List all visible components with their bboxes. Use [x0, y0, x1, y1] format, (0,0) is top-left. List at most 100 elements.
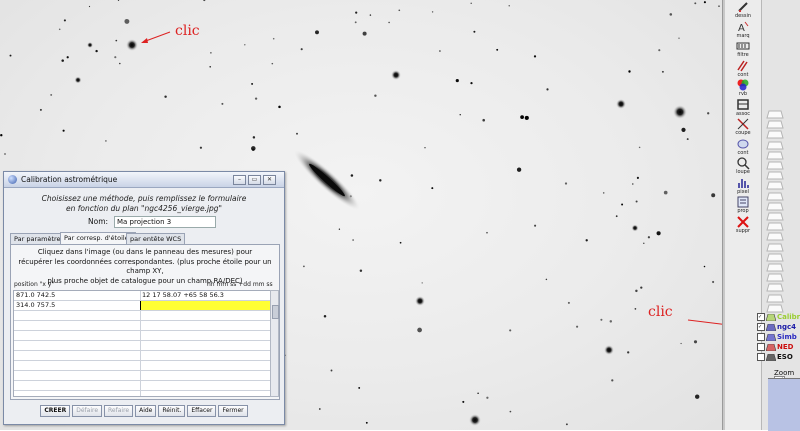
tool-dessin-button[interactable]: dessin	[727, 0, 759, 19]
layer-visibility-checkbox[interactable]: ✓	[757, 323, 765, 331]
empty-layer-slot[interactable]	[766, 161, 784, 170]
table-scrollbar[interactable]	[270, 290, 279, 397]
zoom-thumbnail[interactable]	[768, 378, 800, 431]
empty-layer-slot[interactable]	[766, 120, 784, 129]
xy-position-cell[interactable]	[14, 381, 141, 390]
instruction-line: Cliquez dans l'image (ou dans le panneau…	[37, 248, 253, 256]
empty-layer-slot[interactable]	[766, 192, 784, 201]
radec-cell[interactable]	[140, 331, 270, 340]
empty-layer-slot[interactable]	[766, 304, 784, 313]
rgb-circles-icon	[737, 79, 749, 91]
minimize-button[interactable]: –	[233, 175, 246, 185]
empty-layer-slot[interactable]	[766, 202, 784, 211]
empty-layer-slot[interactable]	[766, 151, 784, 160]
tool-coupe-button[interactable]: coupe	[727, 117, 759, 136]
star	[4, 153, 6, 155]
radec-cell[interactable]	[140, 361, 270, 370]
radec-cell[interactable]: 12 17 58.07 +65 58 56.3	[140, 291, 270, 300]
reset-button[interactable]: Réinit.	[158, 405, 186, 417]
star	[105, 140, 107, 142]
empty-layer-slot[interactable]	[766, 141, 784, 150]
radec-cell[interactable]	[140, 371, 270, 380]
redo-button[interactable]: Refaire	[104, 405, 134, 417]
empty-layer-slot[interactable]	[766, 232, 784, 241]
cut-icon	[737, 118, 749, 130]
radec-cell[interactable]	[140, 381, 270, 390]
projection-name-input[interactable]: Ma projection 3	[114, 216, 216, 228]
empty-layer-slot[interactable]	[766, 110, 784, 119]
tab-content-pane: Cliquez dans l'image (ou dans le panneau…	[10, 244, 280, 400]
tool-rvb-button[interactable]: rvb	[727, 78, 759, 97]
empty-layer-slot[interactable]	[766, 243, 784, 252]
dialog-titlebar[interactable]: Calibration astrométrique – ▭ ✕	[4, 172, 284, 188]
tool-assoc-button[interactable]: assoc	[727, 98, 759, 117]
empty-layer-slot[interactable]	[766, 181, 784, 190]
star	[421, 282, 423, 284]
create-button[interactable]: CREER	[40, 405, 71, 417]
table-row	[14, 351, 270, 361]
xy-position-cell[interactable]	[14, 331, 141, 340]
radec-cell[interactable]	[140, 311, 270, 320]
layer-visibility-checkbox[interactable]: ✓	[757, 313, 765, 321]
scrollbar-thumb[interactable]	[272, 305, 279, 319]
tool-pixel-button[interactable]: pixel	[727, 176, 759, 195]
close-button[interactable]: Fermer	[218, 405, 248, 417]
star	[119, 62, 121, 65]
empty-layer-slot[interactable]	[766, 253, 784, 262]
empty-layer-slot[interactable]	[766, 130, 784, 139]
empty-layer-slot[interactable]	[766, 294, 784, 303]
star	[359, 269, 363, 273]
layer-row[interactable]: ✓ Calibr	[757, 313, 800, 322]
empty-layer-slot[interactable]	[766, 171, 784, 180]
star	[124, 18, 130, 24]
xy-position-cell[interactable]	[14, 351, 141, 360]
tool-cont-button[interactable]: cont	[727, 137, 759, 156]
xy-position-cell[interactable]: 871.0 742.5	[14, 291, 141, 300]
xy-position-cell[interactable]	[14, 341, 141, 350]
help-button[interactable]: Aide	[135, 405, 157, 417]
contour-circle-icon	[737, 139, 749, 148]
tool-cont-button[interactable]: cont	[727, 59, 759, 78]
empty-layer-slot[interactable]	[766, 273, 784, 282]
layer-row[interactable]: ESO	[757, 353, 800, 362]
xy-position-cell[interactable]	[14, 361, 141, 370]
layer-visibility-checkbox[interactable]	[757, 353, 765, 361]
star	[565, 423, 568, 426]
xy-position-cell[interactable]	[14, 391, 141, 396]
star	[74, 76, 82, 84]
tool-loupe-button[interactable]: loupe	[727, 156, 759, 175]
star	[661, 70, 664, 73]
empty-layer-slot[interactable]	[766, 283, 784, 292]
radec-cell[interactable]	[140, 341, 270, 350]
radec-cell-editing[interactable]	[140, 301, 270, 310]
star	[369, 14, 372, 16]
clear-button[interactable]: Effacer	[187, 405, 217, 417]
xy-position-cell[interactable]: 314.0 757.5	[14, 301, 141, 310]
layer-row[interactable]: Simb	[757, 333, 800, 342]
undo-button[interactable]: Défaire	[72, 405, 103, 417]
target-star[interactable]	[126, 39, 138, 51]
layer-visibility-checkbox[interactable]	[757, 343, 765, 351]
tool-label: coupe	[735, 130, 751, 136]
tool-suppr-button[interactable]: suppr	[727, 215, 759, 234]
tab-par-entete-wcs[interactable]: par entête WCS	[126, 233, 186, 244]
radec-cell[interactable]	[140, 351, 270, 360]
empty-layer-slot[interactable]	[766, 212, 784, 221]
xy-position-cell[interactable]	[14, 321, 141, 330]
radec-cell[interactable]	[140, 321, 270, 330]
radec-cell[interactable]	[140, 391, 270, 396]
xy-position-cell[interactable]	[14, 371, 141, 380]
empty-layer-slot[interactable]	[766, 222, 784, 231]
tool-marq-button[interactable]: Amarq	[727, 20, 759, 39]
star	[718, 5, 720, 7]
table-row	[14, 331, 270, 341]
empty-layer-slot[interactable]	[766, 263, 784, 272]
tool-prop-button[interactable]: prop	[727, 195, 759, 214]
tool-filtre-button[interactable]: filtre	[727, 39, 759, 58]
layer-row[interactable]: ✓ ngc4	[757, 323, 800, 332]
layer-visibility-checkbox[interactable]	[757, 333, 765, 341]
close-window-button[interactable]: ✕	[263, 175, 276, 185]
layer-row[interactable]: NED	[757, 343, 800, 352]
xy-position-cell[interactable]	[14, 311, 141, 320]
maximize-button[interactable]: ▭	[248, 175, 261, 185]
